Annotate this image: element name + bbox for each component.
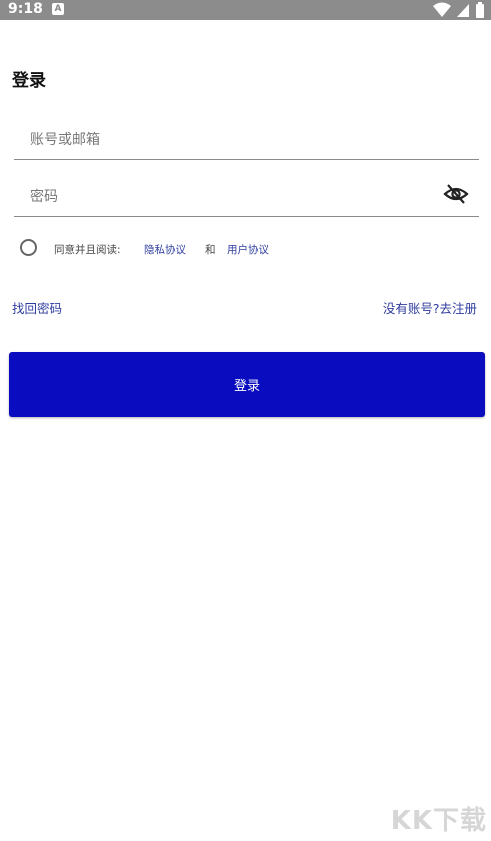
watermark-logo: KK下载 bbox=[390, 806, 487, 836]
status-bar: 9:18 A bbox=[0, 0, 491, 20]
agreement-label: 同意并且阅读: bbox=[54, 244, 121, 256]
status-icons bbox=[432, 2, 485, 18]
forgot-password-link[interactable]: 找回密码 bbox=[12, 298, 62, 317]
signal-icon bbox=[456, 4, 469, 17]
agreement-and: 和 bbox=[205, 244, 216, 256]
password-field[interactable] bbox=[14, 176, 479, 217]
wifi-icon bbox=[432, 2, 451, 17]
register-link[interactable]: 没有账号?去注册 bbox=[383, 298, 477, 317]
password-input[interactable] bbox=[28, 184, 432, 210]
battery-icon bbox=[476, 2, 484, 18]
notification-icon: A bbox=[52, 3, 64, 15]
status-time: 9:18 bbox=[8, 1, 43, 17]
agree-radio[interactable] bbox=[20, 239, 37, 256]
agreement-row: 同意并且阅读: 隐私协议 和 用户协议 bbox=[20, 238, 320, 260]
account-field[interactable] bbox=[14, 119, 479, 160]
page-title: 登录 bbox=[12, 71, 46, 91]
privacy-policy-link[interactable]: 隐私协议 bbox=[144, 242, 186, 257]
eye-off-icon[interactable] bbox=[443, 181, 469, 207]
account-input[interactable] bbox=[28, 127, 432, 153]
login-button[interactable]: 登录 bbox=[9, 352, 485, 417]
user-agreement-link[interactable]: 用户协议 bbox=[227, 242, 269, 257]
